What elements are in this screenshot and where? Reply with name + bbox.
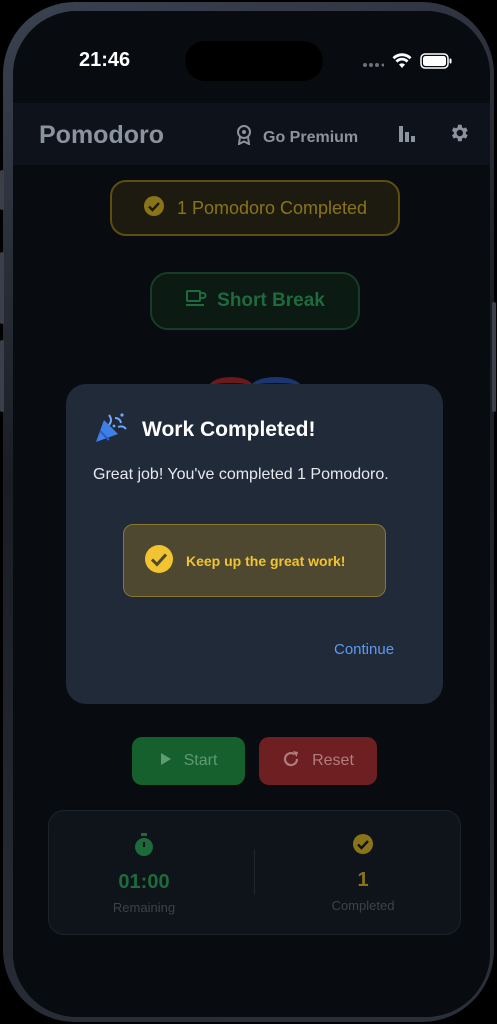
premium-badge-icon — [235, 125, 253, 150]
coffee-cup-icon — [185, 288, 207, 314]
dialog-title: Work Completed! — [142, 418, 316, 441]
gear-icon — [448, 122, 470, 148]
go-premium-button[interactable]: Go Premium — [235, 125, 358, 150]
stat-completed: 1 Completed — [283, 833, 443, 913]
encouragement-note: Keep up the great work! — [123, 524, 386, 597]
completed-label: Completed — [331, 898, 395, 913]
pomodoro-completed-label: 1 Pomodoro Completed — [176, 197, 368, 218]
work-completed-dialog: Work Completed! Great job! You've comple… — [66, 384, 443, 704]
volume-down-button — [0, 340, 4, 412]
wifi-icon — [392, 53, 412, 73]
dynamic-island — [185, 41, 323, 81]
signal-icon — [362, 54, 385, 73]
status-time: 21:46 — [79, 49, 131, 71]
start-label: Start — [183, 752, 218, 769]
party-popper-icon — [94, 412, 128, 448]
reset-button[interactable]: Reset — [259, 737, 377, 785]
stats-divider — [254, 849, 255, 895]
app-screen: 21:46 Pomodoro Go Premium 1 Pomodoro Com… — [13, 11, 490, 1017]
check-circle-icon — [352, 833, 374, 859]
dialog-message: Great job! You've completed 1 Pomodoro. — [93, 466, 389, 483]
app-bar: Pomodoro Go Premium — [13, 103, 490, 165]
app-title: Pomodoro — [39, 121, 164, 149]
remaining-label: Remaining — [112, 900, 176, 915]
continue-button[interactable]: Continue — [334, 641, 394, 658]
phone-screen: 21:46 Pomodoro Go Premium 1 Pomodoro Com… — [13, 11, 490, 1017]
completed-value: 1 — [357, 869, 369, 891]
play-icon — [160, 752, 172, 771]
status-icons — [362, 53, 452, 73]
battery-icon — [420, 53, 452, 73]
dialog-header: Work Completed! — [94, 412, 315, 448]
mute-switch — [0, 170, 4, 210]
stats-button[interactable] — [395, 123, 419, 147]
stopwatch-icon — [133, 833, 155, 861]
go-premium-label: Go Premium — [263, 128, 359, 146]
pomodoro-completed-badge: 1 Pomodoro Completed — [110, 180, 400, 236]
stat-remaining: 01:00 Remaining — [64, 833, 224, 915]
remaining-value: 01:00 — [118, 871, 170, 893]
stats-card: 01:00 Remaining 1 Completed — [48, 810, 461, 935]
refresh-icon — [282, 750, 300, 773]
mode-badge: Short Break — [150, 272, 360, 330]
reset-label: Reset — [312, 752, 354, 769]
check-circle-icon — [143, 195, 165, 222]
start-button[interactable]: Start — [132, 737, 245, 785]
encouragement-label: Keep up the great work! — [186, 552, 346, 569]
phone-frame: 21:46 Pomodoro Go Premium 1 Pomodoro Com… — [0, 2, 496, 1022]
check-circle-icon — [144, 544, 174, 577]
bar-chart-icon — [397, 123, 417, 147]
mode-label: Short Break — [217, 290, 325, 311]
settings-button[interactable] — [447, 123, 471, 147]
power-button — [492, 302, 496, 412]
volume-up-button — [0, 252, 4, 324]
